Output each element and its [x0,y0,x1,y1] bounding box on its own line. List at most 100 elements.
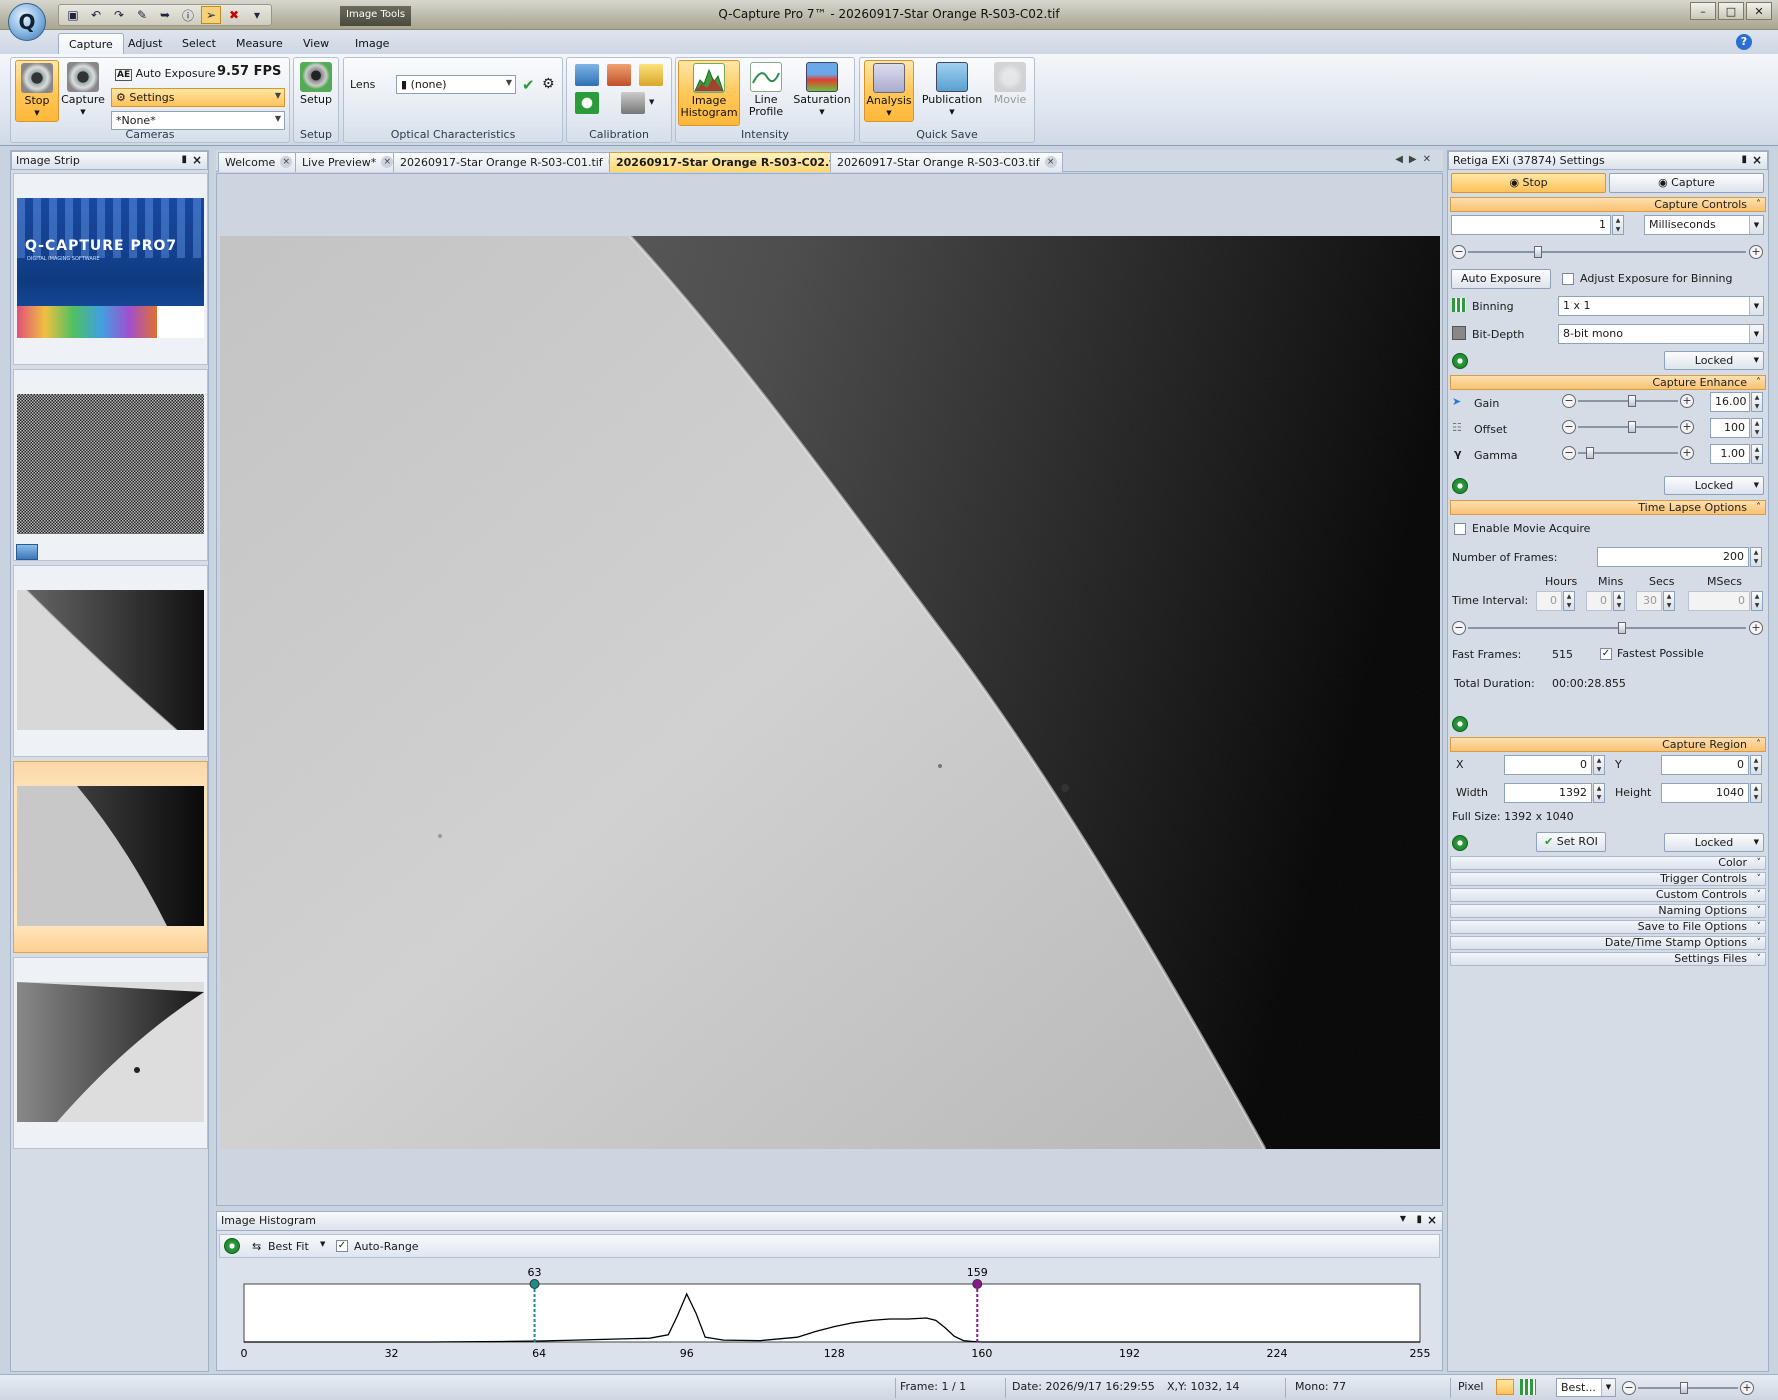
zoom-slider-track[interactable] [1638,1387,1738,1389]
maximize-button[interactable]: □ [1718,2,1744,20]
interval-mins-spinner[interactable]: ▲ ▼ [1613,591,1625,611]
gain-input[interactable]: 16.00 [1710,392,1750,412]
exposure-plus-icon[interactable]: + [1749,245,1763,259]
tab-c02[interactable]: 20260917-Star Orange R-S03-C02.tif× [609,152,867,172]
calibrate-color-icon[interactable] [607,64,631,86]
analysis-button[interactable]: Analysis ▼ [864,60,914,122]
gamma-slider-thumb[interactable] [1586,447,1594,459]
line-profile-button[interactable]: Line Profile [744,60,788,122]
thumbnail-c02-selected[interactable] [13,761,208,953]
tab-select[interactable]: Select [172,33,226,54]
saturation-button[interactable]: Saturation ▼ [792,60,852,122]
x-input[interactable]: 0 [1504,755,1592,775]
interval-minus-icon[interactable]: − [1452,621,1466,635]
zoom-in-icon[interactable]: + [1740,1381,1754,1395]
gain-slider-thumb[interactable] [1628,395,1636,407]
gain-spinner[interactable]: ▲ ▼ [1751,392,1763,412]
zoom-out-icon[interactable]: − [1622,1381,1636,1395]
refresh-icon[interactable] [1452,353,1468,369]
exposure-slider-track[interactable] [1468,251,1746,253]
movie-button[interactable]: Movie [988,60,1032,122]
set-roi-button[interactable]: ✔ Set ROI [1536,832,1606,852]
capture-region-lock-dropdown[interactable]: Locked ▼ [1664,833,1764,852]
publication-button[interactable]: Publication ▼ [920,60,984,122]
interval-mins-input[interactable]: 0 [1586,591,1612,611]
interval-slider-thumb[interactable] [1618,622,1626,634]
close-icon[interactable]: × [1752,153,1762,167]
chevron-down-icon[interactable]: ▼ [320,1240,325,1248]
settings-dropdown[interactable]: ⚙ Settings ▼ [111,88,285,107]
x-spinner[interactable]: ▲ ▼ [1593,755,1605,775]
chevron-down-icon[interactable]: ▼ [1400,1214,1406,1223]
capture-controls-lock-dropdown[interactable]: Locked ▼ [1664,351,1764,370]
section-capture-enhance[interactable]: Capture Enhance ˄ [1450,375,1766,390]
auto-exposure-button[interactable]: Auto Exposure [1451,269,1551,289]
main-image-canvas[interactable] [220,234,1440,1150]
height-spinner[interactable]: ▲ ▼ [1750,783,1762,803]
tab-adjust[interactable]: Adjust [118,33,172,54]
setup-button[interactable]: Setup [294,60,338,122]
width-spinner[interactable]: ▲ ▼ [1593,783,1605,803]
pin-icon[interactable]: ▮ [181,154,187,165]
dark-frame-icon[interactable] [621,92,645,114]
section-settings-files[interactable]: Settings Files ˅ [1450,952,1766,966]
exposure-slider-thumb[interactable] [1534,246,1542,258]
section-naming-options[interactable]: Naming Options ˅ [1450,904,1766,918]
exposure-spinner[interactable]: ▲ ▼ [1612,215,1624,235]
section-color[interactable]: Color ˅ [1450,856,1766,870]
image-histogram-button[interactable]: Image Histogram [678,60,740,126]
height-input[interactable]: 1040 [1661,783,1749,803]
auto-range-checkbox[interactable]: ✓ [336,1240,348,1252]
tab-view[interactable]: View [293,33,339,54]
pin-icon[interactable]: ▮ [1416,1214,1422,1225]
calibrate-camera-icon[interactable] [575,64,599,86]
close-icon[interactable]: × [1427,1213,1437,1227]
interval-hours-spinner[interactable]: ▲ ▼ [1563,591,1575,611]
offset-spinner[interactable]: ▲ ▼ [1751,418,1763,438]
y-spinner[interactable]: ▲ ▼ [1750,755,1762,775]
interval-msecs-input[interactable]: 0 [1688,591,1750,611]
close-icon[interactable]: × [192,153,202,167]
offset-plus-icon[interactable]: + [1680,420,1694,434]
tab-capture[interactable]: Capture [58,33,124,54]
section-date-time-stamp-options[interactable]: Date/Time Stamp Options ˅ [1450,936,1766,950]
frames-spinner[interactable]: ▲ ▼ [1750,547,1762,567]
fastest-possible-checkbox[interactable]: ✓ [1600,648,1612,660]
capture-button[interactable]: Capture ▼ [61,60,105,122]
fit-view-icon[interactable] [1496,1379,1514,1395]
close-tab-icon[interactable]: × [1044,156,1057,168]
tab-welcome[interactable]: Welcome × [218,152,299,172]
auto-exposure-toggle[interactable]: AE Auto Exposure [115,67,216,81]
gain-minus-icon[interactable]: − [1562,394,1576,408]
tab-c03[interactable]: 20260917-Star Orange R-S03-C03.tif × [830,152,1063,172]
interval-plus-icon[interactable]: + [1749,621,1763,635]
refresh-icon[interactable] [1452,835,1468,851]
gamma-spinner[interactable]: ▲ ▼ [1751,444,1763,464]
zoom-slider-thumb[interactable] [1680,1382,1688,1394]
gamma-plus-icon[interactable]: + [1680,446,1694,460]
histogram-chart[interactable]: 0 32 64 96 128 160 192 224 255 63 159 [219,1262,1440,1368]
gamma-input[interactable]: 1.00 [1710,444,1750,464]
section-time-lapse[interactable]: Time Lapse Options ˄ [1450,500,1766,515]
refresh-icon[interactable] [224,1238,240,1254]
close-button[interactable]: ✕ [1746,2,1772,20]
section-custom-controls[interactable]: Custom Controls ˅ [1450,888,1766,902]
width-input[interactable]: 1392 [1504,783,1592,803]
thumbnail-live-preview[interactable] [13,369,208,561]
bit-depth-dropdown[interactable]: 8-bit mono ▼ [1558,324,1764,344]
interval-secs-spinner[interactable]: ▲ ▼ [1663,591,1675,611]
app-logo-icon[interactable]: Q [8,3,46,41]
tab-image[interactable]: Image [345,33,399,54]
exposure-unit-dropdown[interactable]: Milliseconds ▼ [1644,215,1764,235]
tab-measure[interactable]: Measure [226,33,293,54]
settings-capture-button[interactable]: ◉ Capture [1609,173,1764,193]
offset-slider-thumb[interactable] [1628,421,1636,433]
grid-view-icon[interactable] [1520,1379,1536,1395]
chevron-down-icon[interactable]: ▼ [649,98,654,106]
thumbnail-splash[interactable]: Q-CAPTURE PRO7 DIGITAL IMAGING SOFTWARE [13,173,208,365]
help-icon[interactable]: ? [1736,34,1752,50]
exposure-input[interactable]: 1 [1451,215,1611,235]
section-capture-region[interactable]: Capture Region ˄ [1450,737,1766,752]
apply-check-icon[interactable]: ✔ [522,76,535,94]
interval-msecs-spinner[interactable]: ▲ ▼ [1751,591,1763,611]
